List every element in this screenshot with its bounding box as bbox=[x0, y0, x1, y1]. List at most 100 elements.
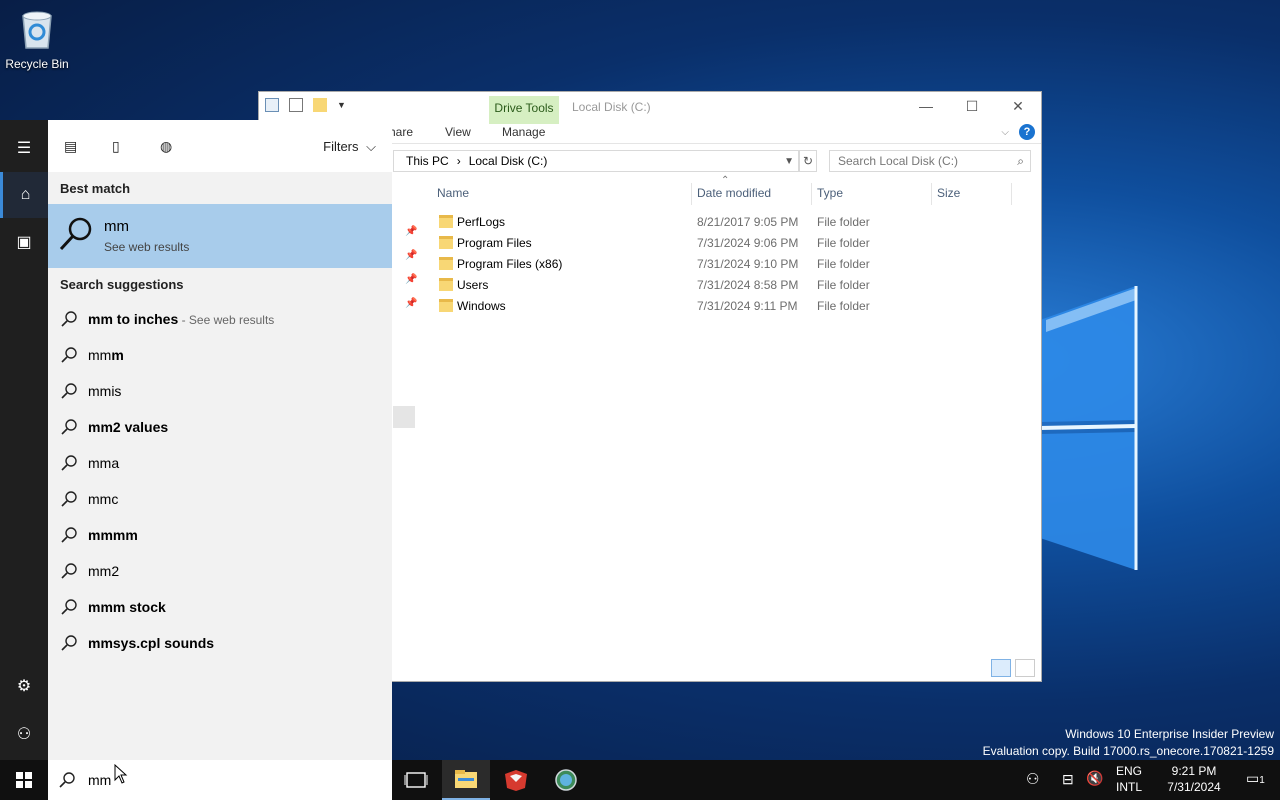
network-icon[interactable]: ⊟ bbox=[1062, 771, 1074, 788]
search-results-panel: ▤ ▯ ◍ Filters ⌵ Best match mm See web re… bbox=[48, 120, 392, 760]
chevron-down-icon: ⌵ bbox=[366, 139, 376, 154]
best-match-subtitle: See web results bbox=[104, 240, 190, 254]
pin-icon[interactable]: 📌 bbox=[405, 226, 417, 237]
large-icons-view-icon[interactable] bbox=[1015, 659, 1035, 677]
pin-icon[interactable]: 📌 bbox=[405, 298, 417, 309]
file-row[interactable]: Windows 7/31/2024 9:11 PM File folder bbox=[429, 296, 1029, 317]
file-explorer-taskbar-icon[interactable] bbox=[442, 760, 490, 800]
column-divider[interactable] bbox=[691, 183, 692, 205]
file-date: 7/31/2024 9:11 PM bbox=[697, 299, 798, 313]
people-icon[interactable]: ⚇ bbox=[1026, 770, 1039, 788]
tab-manage[interactable]: Manage bbox=[502, 125, 545, 139]
settings-icon[interactable]: ⚙ bbox=[0, 664, 48, 710]
details-view-icon[interactable] bbox=[991, 659, 1011, 677]
window-controls: — ☐ ✕ bbox=[903, 92, 1041, 120]
breadcrumb-this-pc[interactable]: This PC bbox=[406, 154, 449, 168]
windows-start-icon[interactable] bbox=[0, 760, 48, 800]
search-icon bbox=[59, 772, 75, 788]
apps-scope-icon[interactable]: ▤ bbox=[64, 138, 82, 156]
drive-tools-tab[interactable]: Drive Tools bbox=[489, 96, 559, 124]
feedback-icon[interactable]: ⚇ bbox=[0, 712, 48, 758]
clock-date: 7/31/2024 bbox=[1167, 780, 1221, 794]
expand-ribbon-icon[interactable]: ⌵ bbox=[1001, 127, 1009, 138]
file-row[interactable]: Users 7/31/2024 8:58 PM File folder bbox=[429, 275, 1029, 296]
file-type: File folder bbox=[817, 215, 870, 229]
maximize-button[interactable]: ☐ bbox=[949, 92, 995, 120]
column-divider[interactable] bbox=[1011, 183, 1012, 205]
language-indicator[interactable]: ENG INTL bbox=[1116, 764, 1142, 794]
search-icon bbox=[61, 347, 77, 363]
file-type: File folder bbox=[817, 278, 870, 292]
window-title: Local Disk (C:) bbox=[572, 100, 651, 114]
tab-share[interactable]: hare bbox=[389, 125, 413, 139]
filters-dropdown[interactable]: Filters ⌵ bbox=[323, 139, 376, 155]
suggestion-item[interactable]: mm2 bbox=[48, 553, 392, 589]
notification-count: 1 bbox=[1259, 775, 1265, 786]
documents-scope-icon[interactable]: ▯ bbox=[112, 138, 130, 156]
column-date-modified[interactable]: Date modified bbox=[697, 186, 771, 200]
pin-icon[interactable]: 📌 bbox=[405, 274, 417, 285]
help-icon[interactable]: ? bbox=[1019, 124, 1035, 140]
home-icon[interactable]: ⌂ bbox=[0, 172, 48, 218]
close-button[interactable]: ✕ bbox=[995, 92, 1041, 120]
breadcrumb-local-disk[interactable]: Local Disk (C:) bbox=[469, 154, 548, 168]
recycle-bin-shortcut[interactable]: Recycle Bin bbox=[4, 6, 70, 71]
address-bar[interactable]: This PC › Local Disk (C:) ▼ bbox=[393, 150, 799, 172]
suggestion-text: mmis bbox=[88, 383, 122, 399]
globe-app-taskbar-icon[interactable] bbox=[542, 760, 590, 800]
explorer-search-input[interactable]: Search Local Disk (C:) ⌕ bbox=[829, 150, 1031, 172]
suggestion-item[interactable]: mmsys.cpl sounds bbox=[48, 625, 392, 661]
clock-time: 9:21 PM bbox=[1171, 764, 1217, 778]
search-icon bbox=[61, 599, 77, 615]
clock[interactable]: 9:21 PM 7/31/2024 bbox=[1158, 764, 1230, 794]
suggestion-item[interactable]: mmm stock bbox=[48, 589, 392, 625]
folder-icon bbox=[439, 236, 453, 249]
suggestion-item[interactable]: mmis bbox=[48, 373, 392, 409]
nav-pane-selection[interactable] bbox=[393, 406, 415, 428]
suggestion-item[interactable]: mm2 values bbox=[48, 409, 392, 445]
task-view-icon[interactable] bbox=[392, 760, 440, 800]
file-row[interactable]: Program Files (x86) 7/31/2024 9:10 PM Fi… bbox=[429, 254, 1029, 275]
file-row[interactable]: Program Files 7/31/2024 9:06 PM File fol… bbox=[429, 233, 1029, 254]
file-row[interactable]: PerfLogs 8/21/2017 9:05 PM File folder bbox=[429, 212, 1029, 233]
action-center-icon[interactable]: ▭1 bbox=[1246, 770, 1265, 787]
properties-icon[interactable] bbox=[265, 98, 279, 112]
best-match-result[interactable]: mm See web results bbox=[48, 204, 392, 268]
file-name: Windows bbox=[457, 299, 506, 313]
chevron-down-icon[interactable]: ▼ bbox=[784, 156, 794, 167]
hamburger-menu-icon[interactable]: ☰ bbox=[0, 126, 48, 172]
suggestion-item[interactable]: mma bbox=[48, 445, 392, 481]
best-match-heading: Best match bbox=[60, 181, 131, 196]
suggestion-text: mmmm bbox=[88, 527, 138, 543]
refresh-button[interactable]: ↻ bbox=[799, 150, 817, 172]
suggestion-item[interactable]: mmmm bbox=[48, 517, 392, 553]
file-date: 7/31/2024 9:10 PM bbox=[697, 257, 799, 271]
suggestion-item[interactable]: mmc bbox=[48, 481, 392, 517]
column-divider[interactable] bbox=[931, 183, 932, 205]
mouse-cursor-icon bbox=[114, 764, 128, 784]
column-type[interactable]: Type bbox=[817, 186, 843, 200]
column-size[interactable]: Size bbox=[937, 186, 960, 200]
pin-icon[interactable]: 📌 bbox=[405, 250, 417, 261]
suggestion-item[interactable]: mmm bbox=[48, 337, 392, 373]
app-red-taskbar-icon[interactable] bbox=[492, 760, 540, 800]
suggestion-hint: - See web results bbox=[178, 313, 275, 327]
notebook-icon[interactable]: ▣ bbox=[0, 220, 48, 266]
checkmark-icon[interactable] bbox=[289, 98, 303, 112]
tab-view[interactable]: View bbox=[445, 125, 471, 139]
column-name[interactable]: Name bbox=[437, 186, 469, 200]
chevron-down-icon[interactable]: ▼ bbox=[337, 98, 347, 112]
minimize-button[interactable]: — bbox=[903, 92, 949, 120]
web-scope-icon[interactable]: ◍ bbox=[160, 138, 178, 156]
new-folder-icon[interactable] bbox=[313, 98, 327, 112]
volume-muted-icon[interactable]: 🔇 bbox=[1086, 770, 1103, 787]
watermark-edition: Windows 10 Enterprise Insider Preview bbox=[1065, 727, 1274, 741]
column-divider[interactable] bbox=[811, 183, 812, 205]
file-name: Program Files (x86) bbox=[457, 257, 563, 271]
column-headers: ⌃ Name Date modified Type Size bbox=[429, 175, 1029, 205]
taskbar-search-box[interactable]: mm bbox=[48, 760, 392, 800]
folder-icon bbox=[439, 278, 453, 291]
explorer-title-bar: ▼ Drive Tools Local Disk (C:) — ☐ ✕ bbox=[259, 92, 1041, 124]
suggestion-item[interactable]: mm to inches - See web results bbox=[48, 301, 392, 337]
breadcrumb-separator-icon: › bbox=[456, 154, 461, 168]
